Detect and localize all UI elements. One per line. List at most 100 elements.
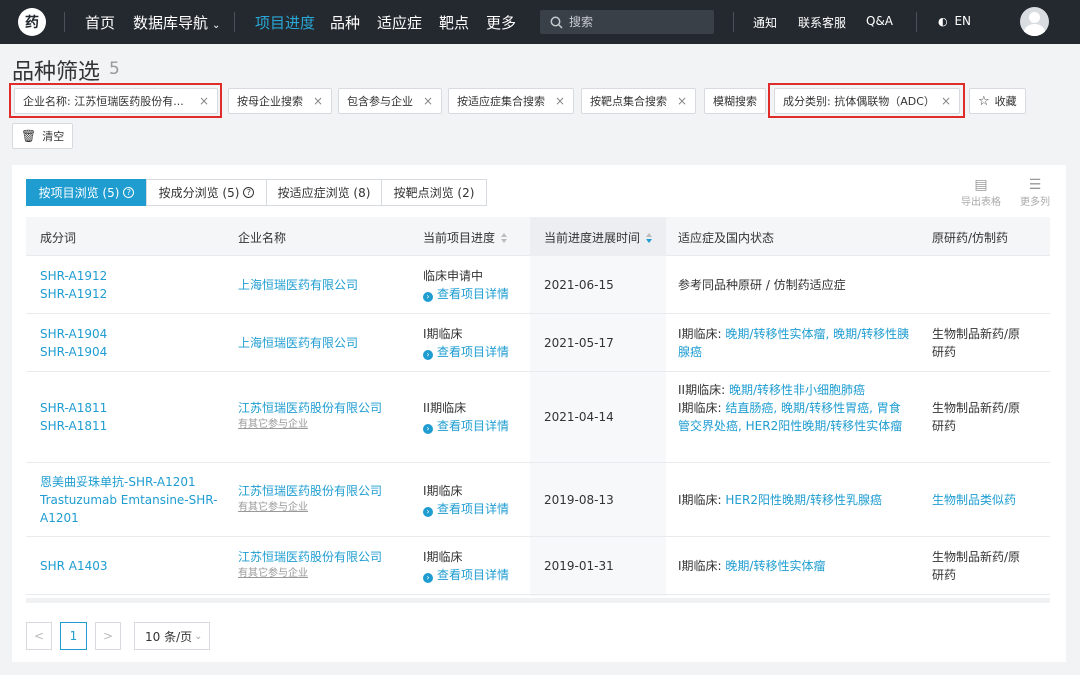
export-icon: ▤: [974, 177, 988, 193]
company-link[interactable]: 江苏恒瑞医药股份有限公司: [238, 548, 382, 566]
indication-link[interactable]: HER2阳性晚期/转移性乳腺癌: [725, 493, 882, 507]
indication-phase: I期临床:: [678, 401, 726, 415]
table-row-3-type: 生物制品新药/原研药: [932, 401, 1021, 433]
page-number-button[interactable]: 1: [60, 622, 87, 650]
help-icon[interactable]: ?: [123, 187, 135, 198]
close-icon[interactable]: ×: [677, 94, 687, 108]
company-link[interactable]: 上海恒瑞医药有限公司: [238, 278, 358, 292]
view-detail-link[interactable]: › 查看项目详情: [423, 285, 509, 303]
clear-button[interactable]: 🗑 清空: [12, 123, 74, 149]
participant-link[interactable]: 有其它参与企业: [238, 566, 382, 582]
page-size-select[interactable]: 10 条/页 ⌄: [134, 622, 210, 650]
table-row-2-component: SHR-A1904 SHR-A1904: [40, 325, 107, 361]
component-link[interactable]: SHR A1403: [40, 559, 108, 573]
column-header-progress[interactable]: 当前项目进度: [423, 229, 508, 246]
notification-link[interactable]: 通知: [753, 14, 777, 31]
company-link[interactable]: 江苏恒瑞医药股份有限公司: [238, 482, 382, 500]
indication-link[interactable]: 晚期/转移性实体瘤: [725, 559, 825, 573]
arrow-right-icon: ›: [423, 507, 433, 517]
column-header-label: 当前项目进度: [423, 231, 496, 245]
tab-by-project[interactable]: 按项目浏览 (5)?: [26, 179, 147, 206]
component-link[interactable]: SHR-A1904: [40, 325, 107, 343]
export-table-button[interactable]: ▤ 导出表格: [961, 177, 1001, 208]
avatar[interactable]: [1020, 7, 1049, 36]
filter-chip-parent[interactable]: 按母企业搜索 ×: [228, 88, 333, 114]
nav-item-indication[interactable]: 适应症: [377, 12, 422, 33]
tab-by-target[interactable]: 按靶点浏览 (2): [381, 179, 487, 206]
participant-link[interactable]: 有其它参与企业: [238, 500, 382, 516]
filter-chip-participant[interactable]: 包含参与企业 ×: [338, 88, 443, 114]
table-row-5-company: 江苏恒瑞医药股份有限公司 有其它参与企业: [238, 548, 382, 582]
prev-page-button[interactable]: <: [26, 622, 52, 650]
component-link[interactable]: SHR-A1811: [40, 399, 107, 417]
company-link[interactable]: 江苏恒瑞医药股份有限公司: [238, 399, 382, 417]
table-row-1-company: 上海恒瑞医药有限公司: [238, 276, 358, 294]
trash-icon: 🗑: [21, 129, 37, 143]
tab-by-indication[interactable]: 按适应症浏览 (8): [266, 179, 382, 206]
nav-item-progress[interactable]: 项目进度: [255, 12, 315, 33]
table-row-3-progress: II期临床 › 查看项目详情: [423, 399, 509, 435]
view-detail-link[interactable]: › 查看项目详情: [423, 343, 509, 361]
close-icon[interactable]: ×: [423, 94, 433, 108]
tab-label: 按项目浏览 (5): [38, 186, 120, 200]
filter-chip-target-set[interactable]: 按靶点集合搜索 ×: [581, 88, 697, 114]
component-link[interactable]: 恩美曲妥珠单抗-SHR-A1201: [40, 473, 220, 491]
next-page-button[interactable]: >: [95, 622, 121, 650]
table-row-1-progress: 临床申请中 › 查看项目详情: [423, 267, 509, 303]
table-row-2-date: 2021-05-17: [544, 336, 614, 350]
indication-link[interactable]: 晚期/转移性非小细胞肺癌: [729, 383, 865, 397]
detail-label: 查看项目详情: [437, 345, 510, 359]
column-header-date[interactable]: 当前进度进展时间: [544, 229, 653, 246]
nav-divider: [234, 12, 235, 32]
sort-desc-icon[interactable]: [646, 233, 653, 244]
nav-item-variety[interactable]: 品种: [330, 12, 360, 33]
table-row-3-indication: II期临床: 晚期/转移性非小细胞肺癌 I期临床: 结直肠癌, 晚期/转移性胃癌…: [678, 381, 910, 435]
type-link[interactable]: 生物制品类似药: [932, 493, 1016, 507]
horizontal-scrollbar[interactable]: [26, 598, 1050, 603]
nav-item-home[interactable]: 首页: [85, 12, 115, 33]
result-count: 5: [109, 59, 120, 79]
arrow-right-icon: ›: [423, 350, 433, 360]
close-icon[interactable]: ×: [313, 94, 323, 108]
nav-divider: [64, 12, 65, 32]
sort-icon[interactable]: [501, 233, 508, 244]
component-link[interactable]: SHR-A1912: [40, 267, 107, 285]
nav-item-database-label: 数据库导航: [133, 14, 209, 32]
view-detail-link[interactable]: › 查看项目详情: [423, 566, 509, 584]
support-link[interactable]: 联系客服: [798, 14, 846, 31]
language-toggle[interactable]: ◐ EN: [938, 14, 971, 28]
nav-item-target[interactable]: 靶点: [439, 12, 469, 33]
tab-by-component[interactable]: 按成分浏览 (5)?: [146, 179, 267, 206]
help-icon[interactable]: ?: [243, 187, 255, 198]
search-box[interactable]: [540, 10, 714, 34]
company-link[interactable]: 上海恒瑞医药有限公司: [238, 336, 358, 350]
user-icon-body: [1024, 24, 1045, 36]
nav-item-database[interactable]: 数据库导航 ⌄: [133, 12, 220, 33]
logo[interactable]: 药: [18, 8, 46, 36]
search-input[interactable]: [569, 15, 699, 29]
close-icon[interactable]: ×: [555, 94, 565, 108]
component-link[interactable]: SHR-A1904: [40, 343, 107, 361]
component-link[interactable]: SHR-A1912: [40, 285, 107, 303]
filter-chip-indication-set[interactable]: 按适应症集合搜索 ×: [448, 88, 575, 114]
nav-divider: [916, 12, 917, 32]
qa-link[interactable]: Q&A: [866, 14, 893, 28]
user-icon-head: [1029, 12, 1040, 23]
more-columns-button[interactable]: ☰ 更多列: [1020, 177, 1050, 208]
row-divider: [26, 313, 1050, 314]
column-header-label: 当前进度进展时间: [544, 231, 641, 245]
table-row-4-date: 2019-08-13: [544, 493, 614, 507]
filter-chip-fuzzy[interactable]: 模糊搜索: [704, 88, 766, 114]
view-detail-link[interactable]: › 查看项目详情: [423, 500, 509, 518]
page-title: 品种筛选: [12, 60, 101, 85]
filter-chip-label: 包含参与企业: [347, 95, 413, 108]
favorite-button[interactable]: ☆ 收藏: [969, 88, 1026, 114]
component-link[interactable]: Trastuzumab Emtansine-SHR-A1201: [40, 491, 220, 527]
component-link[interactable]: SHR-A1811: [40, 417, 107, 435]
view-detail-link[interactable]: › 查看项目详情: [423, 417, 509, 435]
table-row-4-type: 生物制品类似药: [932, 491, 1016, 509]
nav-item-more[interactable]: 更多: [486, 12, 516, 33]
nav-divider: [733, 12, 734, 32]
globe-icon: ◐: [938, 15, 948, 28]
participant-link[interactable]: 有其它参与企业: [238, 417, 382, 433]
